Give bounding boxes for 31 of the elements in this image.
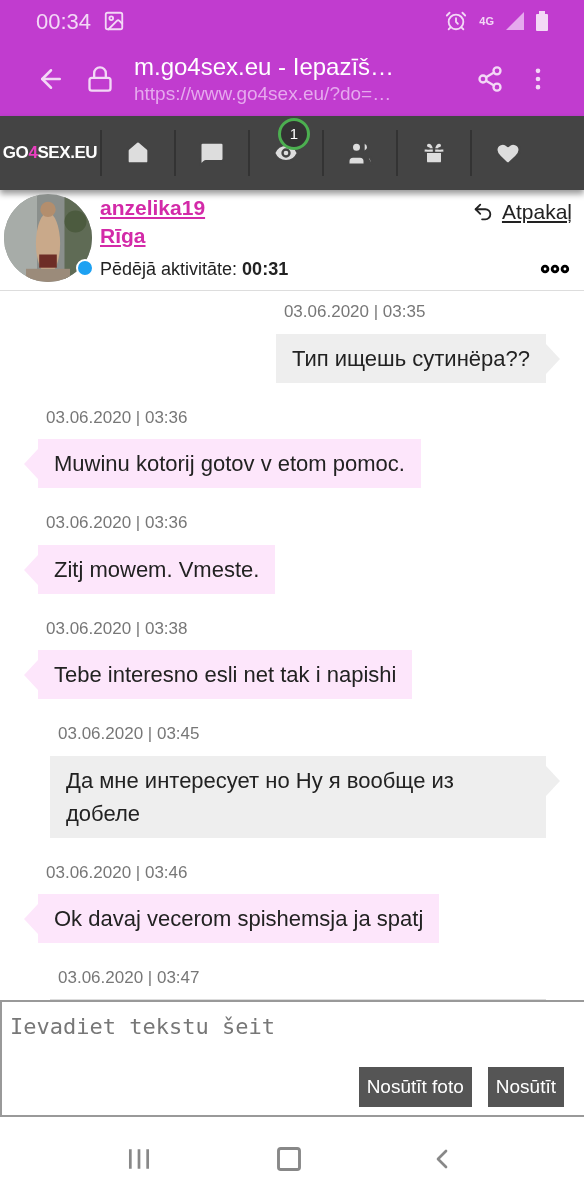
share-icon[interactable] — [476, 65, 504, 93]
home-button-icon[interactable] — [275, 1144, 303, 1173]
image-icon — [103, 10, 126, 32]
bubble-tail-icon — [24, 449, 38, 479]
battery-icon — [536, 11, 548, 31]
city-link[interactable]: Rīga — [100, 222, 146, 250]
message-timestamp: 03.06.2020 | 03:36 — [45, 512, 189, 534]
signal-icon — [506, 12, 524, 30]
message-timestamp: 03.06.2020 | 03:38 — [45, 617, 189, 640]
message-timestamp: 03.06.2020 | 03:46 — [45, 861, 189, 884]
send-button[interactable]: Nosūtīt — [487, 1067, 564, 1107]
message-timestamp: 03.06.2020 | 03:36 — [45, 406, 189, 429]
status-time: 00:34 — [36, 7, 92, 36]
alarm-icon — [445, 10, 468, 32]
message-timestamp: 03.06.2020 | 03:45 — [57, 723, 201, 745]
bubble-tail-icon — [24, 660, 38, 690]
network-label: 4G — [479, 13, 494, 29]
last-activity: Pēdējā aktivitāte: 00:31 — [100, 257, 290, 281]
message-timestamp: 03.06.2020 | 03:47 — [57, 967, 201, 989]
username-link[interactable]: anzelika19 — [100, 194, 472, 222]
page-title: m.go4sex.eu - Iepazīš… — [134, 52, 396, 83]
notification-badge: 1 — [278, 118, 310, 150]
send-photo-button[interactable]: Nosūtīt foto — [358, 1067, 472, 1107]
message-timestamp: 03.06.2020 | 03:35 — [282, 301, 427, 323]
bubble-tail-icon — [24, 904, 38, 934]
bubble-tail-icon — [24, 554, 38, 585]
back-link[interactable]: Atpakaļ — [471, 198, 580, 226]
message-field[interactable]: Ievadiet tekstu šeit Nosūtīt foto Nosūtīt — [0, 1000, 584, 1117]
site-logo[interactable]: GO4SEX.EU — [0, 140, 100, 166]
lock-icon — [86, 65, 114, 93]
page-url: https://www.go4sex.eu/?do=… — [134, 82, 393, 106]
